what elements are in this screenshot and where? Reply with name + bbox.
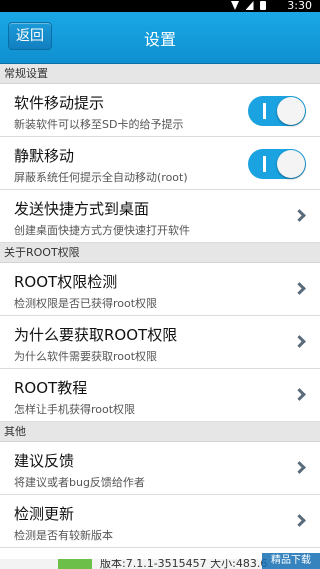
watermark: 精品下载 bbox=[262, 553, 320, 569]
section-header-general: 常规设置 bbox=[0, 64, 320, 84]
chevron-right-icon bbox=[293, 514, 306, 527]
status-icons bbox=[228, 1, 272, 11]
section-header-root: 关于ROOT权限 bbox=[0, 243, 320, 263]
setting-title: 发送快捷方式到桌面 bbox=[14, 200, 150, 218]
setting-row-why-root[interactable]: 为什么要获取ROOT权限 为什么软件需要获取root权限 bbox=[0, 316, 320, 369]
setting-row-shortcut[interactable]: 发送快捷方式到桌面 创建桌面快捷方式方便快速打开软件 bbox=[0, 190, 320, 243]
setting-title: 建议反馈 bbox=[14, 452, 75, 470]
setting-row-update[interactable]: 检测更新 检测是否有较新版本 bbox=[0, 495, 320, 548]
setting-title: 软件移动提示 bbox=[14, 94, 105, 112]
setting-subtitle: 检测权限是否已获得root权限 bbox=[14, 297, 158, 310]
settings-list: 常规设置 软件移动提示 新装软件可以移至SD卡的给予提示 静默移动 屏蔽系统任何… bbox=[0, 64, 320, 569]
setting-title: ROOT权限检测 bbox=[14, 273, 118, 291]
chevron-right-icon bbox=[293, 388, 306, 401]
setting-subtitle: 检测是否有较新版本 bbox=[14, 529, 113, 542]
title-bar: 返回 设置 bbox=[0, 12, 320, 64]
setting-row-silent-move[interactable]: 静默移动 屏蔽系统任何提示全自动移动(root) bbox=[0, 137, 320, 190]
setting-row-feedback[interactable]: 建议反馈 将建议或者bug反馈给作者 bbox=[0, 442, 320, 495]
toggle-on-indicator bbox=[263, 103, 266, 119]
chevron-right-icon bbox=[293, 209, 306, 222]
setting-subtitle: 怎样让手机获得root权限 bbox=[14, 403, 136, 416]
setting-subtitle: 新装软件可以移至SD卡的给予提示 bbox=[14, 118, 184, 131]
setting-subtitle: 屏蔽系统任何提示全自动移动(root) bbox=[14, 171, 188, 184]
battery-icon bbox=[260, 1, 266, 10]
setting-title: ROOT教程 bbox=[14, 379, 88, 397]
setting-title: 为什么要获取ROOT权限 bbox=[14, 326, 178, 344]
wifi-icon bbox=[231, 1, 239, 10]
setting-subtitle: 创建桌面快捷方式方便快速打开软件 bbox=[14, 224, 190, 237]
toggle-knob bbox=[277, 97, 305, 125]
status-time: 3:30 bbox=[287, 0, 312, 12]
signal-icon bbox=[245, 1, 254, 10]
toggle-knob bbox=[277, 150, 305, 178]
section-header-other: 其他 bbox=[0, 422, 320, 442]
status-bar: 3:30 bbox=[0, 0, 320, 12]
chevron-right-icon bbox=[293, 461, 306, 474]
chevron-right-icon bbox=[293, 335, 306, 348]
version-text: 版本:7.1.1-3515457 大小:483.6 bbox=[100, 559, 268, 569]
setting-title: 检测更新 bbox=[14, 505, 75, 523]
setting-row-software-move[interactable]: 软件移动提示 新装软件可以移至SD卡的给予提示 bbox=[0, 84, 320, 137]
setting-row-root-check[interactable]: ROOT权限检测 检测权限是否已获得root权限 bbox=[0, 263, 320, 316]
toggle-on-indicator bbox=[263, 156, 266, 172]
setting-subtitle: 为什么软件需要获取root权限 bbox=[14, 350, 158, 363]
software-move-toggle[interactable] bbox=[248, 96, 306, 126]
page-title: 设置 bbox=[143, 30, 176, 49]
setting-title: 静默移动 bbox=[14, 147, 75, 165]
chevron-right-icon bbox=[293, 282, 306, 295]
silent-move-toggle[interactable] bbox=[248, 149, 306, 179]
app-icon-thumbnail bbox=[58, 559, 92, 569]
setting-row-root-tutorial[interactable]: ROOT教程 怎样让手机获得root权限 bbox=[0, 369, 320, 422]
setting-subtitle: 将建议或者bug反馈给作者 bbox=[14, 476, 145, 489]
